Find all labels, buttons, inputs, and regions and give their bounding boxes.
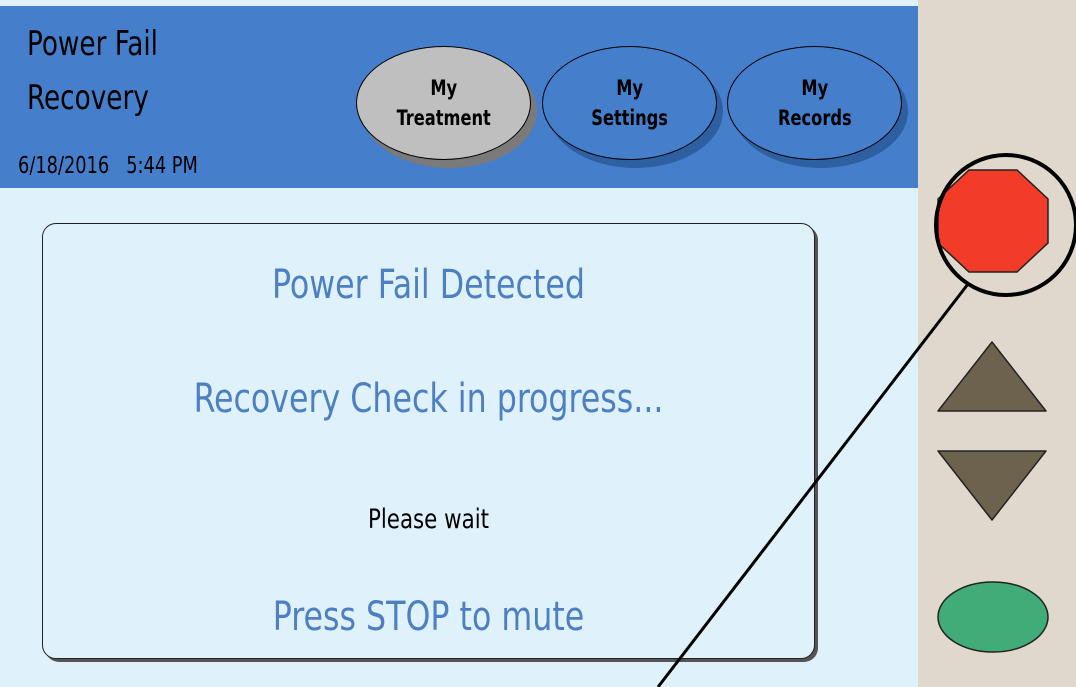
title-line-1: Power Fail xyxy=(27,24,158,64)
up-arrow-icon xyxy=(937,341,1047,412)
down-arrow-button[interactable] xyxy=(935,448,1049,524)
device-screen: Power Fail Recovery 6/18/2016 5:44 PM My… xyxy=(0,0,918,687)
time-text: 5:44 PM xyxy=(126,153,198,179)
press-stop-text: Press STOP to mute xyxy=(272,594,585,640)
my-treatment-button[interactable]: My Treatment xyxy=(356,46,531,160)
up-arrow-button[interactable] xyxy=(935,339,1049,415)
please-wait-text: Please wait xyxy=(367,504,490,535)
power-fail-detected-text: Power Fail Detected xyxy=(272,262,585,308)
title-line-2: Recovery xyxy=(27,78,149,118)
my-settings-label: My Settings xyxy=(591,76,668,130)
down-arrow-icon xyxy=(937,450,1047,521)
page-title: Power Fail Recovery xyxy=(27,17,285,125)
message-panel: Power Fail Detected Recovery Check in pr… xyxy=(42,223,815,659)
my-records-label: My Records xyxy=(777,76,852,130)
my-treatment-label: My Treatment xyxy=(396,76,491,130)
recovery-check-text: Recovery Check in progress... xyxy=(193,376,664,422)
header-bar: Power Fail Recovery 6/18/2016 5:44 PM My… xyxy=(0,6,918,188)
stop-octagon-icon xyxy=(937,169,1049,273)
my-records-button[interactable]: My Records xyxy=(727,46,902,160)
date-time: 6/18/2016 5:44 PM xyxy=(18,153,198,179)
my-settings-button[interactable]: My Settings xyxy=(542,46,717,160)
date-text: 6/18/2016 xyxy=(18,153,110,179)
stop-button[interactable] xyxy=(936,168,1050,274)
enter-oval-icon xyxy=(937,581,1049,653)
enter-button[interactable] xyxy=(936,580,1050,654)
